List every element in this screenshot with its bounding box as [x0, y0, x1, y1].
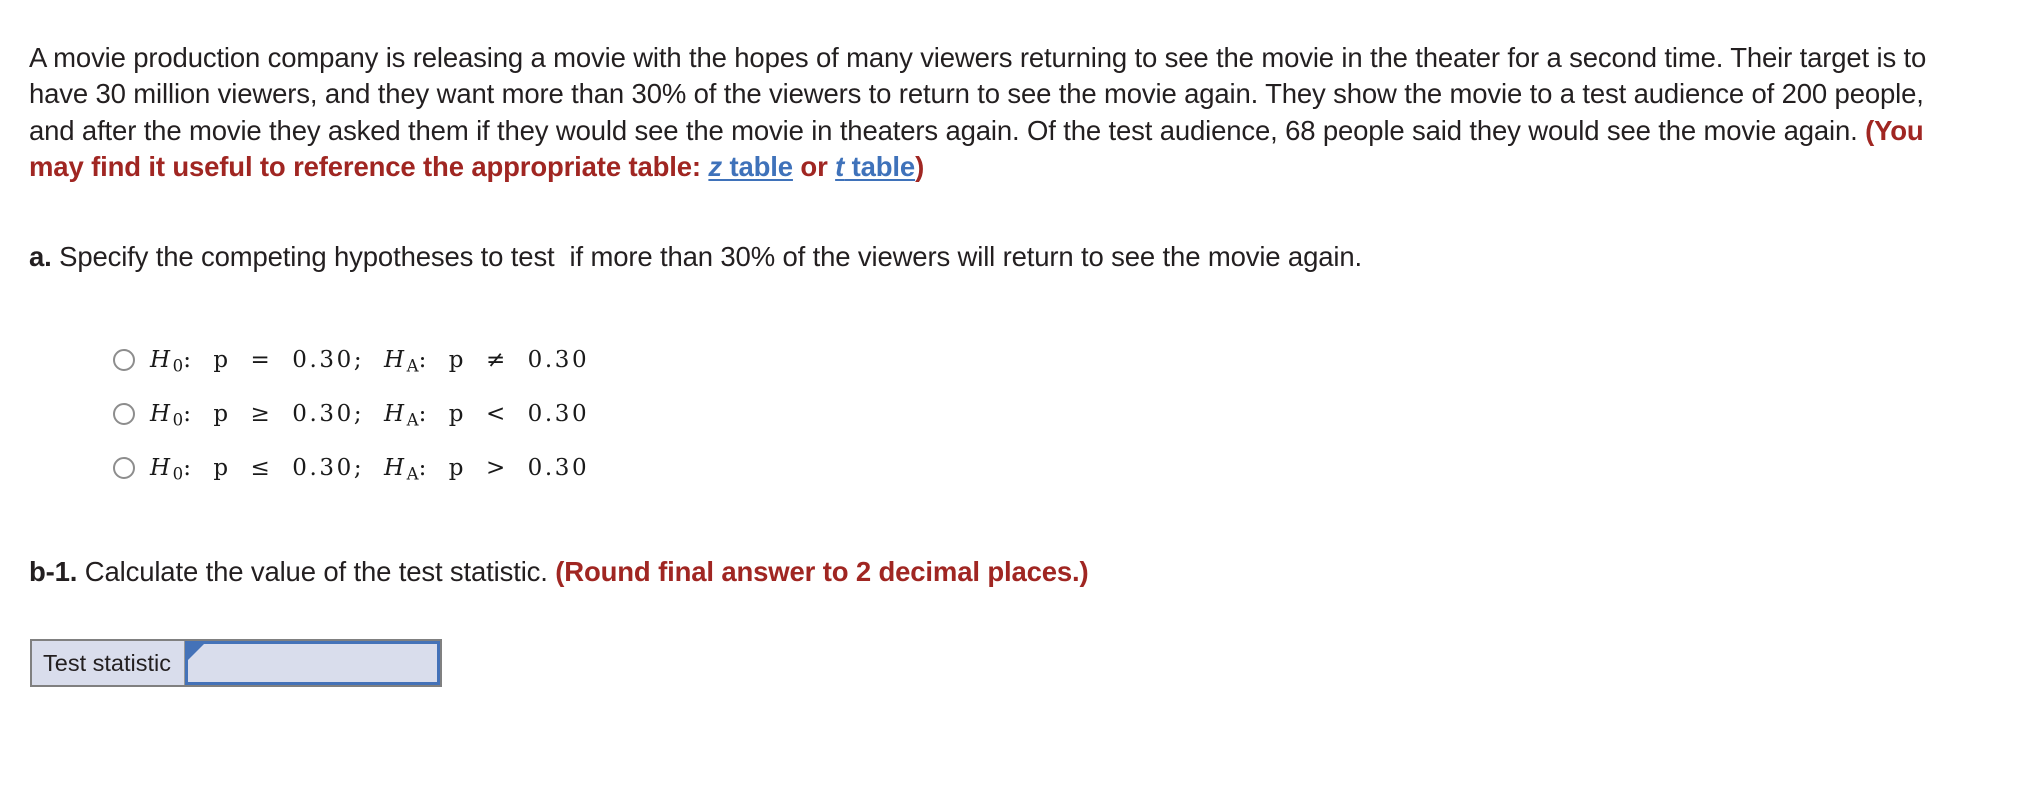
problem-statement-text: A movie production company is releasing … [29, 41, 1927, 146]
alt-hypothesis-subscript-1: A [406, 356, 419, 376]
null-hypothesis-subscript-3: 0 [172, 464, 184, 484]
null-hypothesis-body-2: : p ≥ 0.30; [183, 400, 384, 427]
alt-hypothesis-subscript-2: A [406, 410, 419, 430]
null-hypothesis-subscript-2: 0 [172, 410, 184, 430]
part-a-label: a. [29, 241, 52, 272]
z-table-link-label: table [722, 151, 793, 182]
answer-table: Test statistic [30, 639, 442, 687]
reference-note-close: ) [915, 151, 925, 182]
test-statistic-input[interactable] [188, 644, 437, 682]
alt-hypothesis-body-2: : p < 0.30 [418, 400, 590, 427]
hypothesis-option-2[interactable]: H0: p ≥ 0.30; HA: p < 0.30 [113, 388, 589, 442]
t-table-link-variable: t [835, 151, 845, 182]
t-table-link-label: table [844, 151, 916, 182]
link-conjunction: or [792, 151, 836, 182]
radio-button-option-1[interactable] [113, 349, 135, 371]
hypothesis-option-list: H0: p = 0.30; HA: p ≠ 0.30 H0: p ≥ 0.30;… [113, 334, 589, 496]
t-table-link[interactable]: t table [835, 151, 915, 182]
alt-hypothesis-symbol-2: H [384, 400, 407, 427]
alt-hypothesis-body-3: : p > 0.30 [418, 454, 590, 481]
part-b1-label: b-1. [29, 556, 78, 587]
null-hypothesis-symbol-3: H [150, 454, 173, 481]
alt-hypothesis-body-1: : p ≠ 0.30 [418, 346, 590, 373]
null-hypothesis-body-1: : p = 0.30; [183, 346, 384, 373]
null-hypothesis-symbol-2: H [150, 400, 173, 427]
rounding-note: (Round final answer to 2 decimal places.… [555, 556, 1089, 587]
hypothesis-option-2-label: H0: p ≥ 0.30; HA: p < 0.30 [150, 401, 589, 430]
test-statistic-cell[interactable] [185, 641, 440, 685]
part-a-prompt: a. Specify the competing hypotheses to t… [29, 240, 1362, 274]
answer-row-label: Test statistic [32, 641, 186, 685]
z-table-link[interactable]: z table [708, 151, 793, 182]
alt-hypothesis-symbol-1: H [384, 346, 407, 373]
z-table-link-variable: z [708, 151, 722, 182]
problem-statement: A movie production company is releasing … [29, 40, 1959, 186]
alt-hypothesis-subscript-3: A [406, 464, 419, 484]
part-b1-prompt: b-1. Calculate the value of the test sta… [29, 555, 1089, 589]
null-hypothesis-body-3: : p ≤ 0.30; [183, 454, 384, 481]
hypothesis-option-3[interactable]: H0: p ≤ 0.30; HA: p > 0.30 [113, 442, 589, 496]
active-cell-marker-icon [187, 643, 206, 661]
radio-button-option-2[interactable] [113, 403, 135, 425]
part-b1-question: Calculate the value of the test statisti… [77, 556, 556, 587]
hypothesis-option-1[interactable]: H0: p = 0.30; HA: p ≠ 0.30 [113, 334, 589, 388]
hypothesis-option-1-label: H0: p = 0.30; HA: p ≠ 0.30 [150, 347, 589, 376]
null-hypothesis-symbol-1: H [150, 346, 173, 373]
null-hypothesis-subscript-1: 0 [172, 356, 184, 376]
question-page: A movie production company is releasing … [0, 0, 2040, 790]
alt-hypothesis-symbol-3: H [384, 454, 407, 481]
radio-button-option-3[interactable] [113, 457, 135, 479]
hypothesis-option-3-label: H0: p ≤ 0.30; HA: p > 0.30 [150, 455, 589, 484]
part-a-question: Specify the competing hypotheses to test… [51, 241, 1362, 272]
